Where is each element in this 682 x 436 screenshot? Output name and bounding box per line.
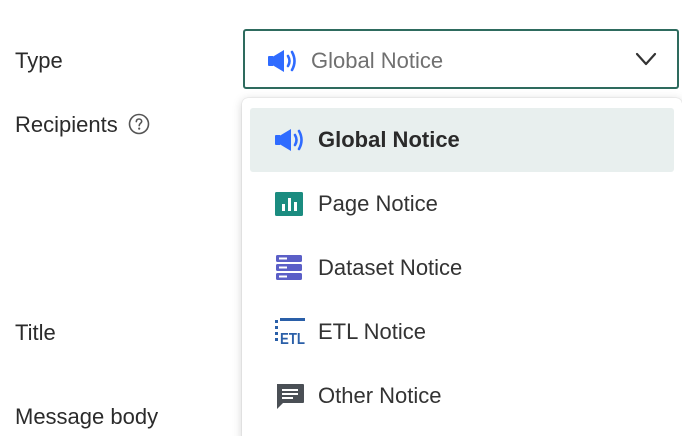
megaphone-icon (274, 125, 306, 155)
dropdown-option-page-notice[interactable]: Page Notice (250, 172, 674, 236)
dropdown-option-dataset-notice[interactable]: Dataset Notice (250, 236, 674, 300)
message-body-label: Message body (15, 404, 159, 429)
dropdown-option-global-notice[interactable]: Global Notice (250, 108, 674, 172)
dropdown-option-label: Page Notice (318, 191, 438, 216)
notice-form: Type Recipients Title Message body Globa… (0, 0, 682, 436)
dropdown-option-other-notice[interactable]: Other Notice (250, 364, 674, 428)
title-label: Title (15, 320, 56, 345)
dropdown-option-etl-notice[interactable]: ETL ETL Notice (250, 300, 674, 364)
megaphone-icon (267, 47, 299, 75)
dropdown-option-label: Other Notice (318, 383, 442, 408)
type-select[interactable]: Global Notice (243, 29, 679, 89)
dropdown-option-label: Dataset Notice (318, 255, 463, 280)
type-dropdown-menu: Global Notice Page Notice Dataset Notice… (242, 98, 682, 436)
help-circle-icon[interactable] (128, 113, 150, 135)
type-select-value: Global Notice (311, 48, 444, 73)
dropdown-option-label: Global Notice (318, 127, 460, 152)
recipients-label: Recipients (15, 112, 118, 137)
dropdown-option-label: ETL Notice (318, 319, 427, 344)
chevron-down-icon[interactable] (635, 51, 657, 67)
etl-icon: ETL (274, 317, 306, 348)
dataset-icon (274, 253, 306, 283)
type-label: Type (15, 48, 63, 73)
recipients-label-row: Recipients (15, 112, 150, 138)
svg-text:ETL: ETL (280, 331, 305, 347)
comment-icon (274, 381, 306, 411)
page-chart-icon (274, 189, 306, 219)
